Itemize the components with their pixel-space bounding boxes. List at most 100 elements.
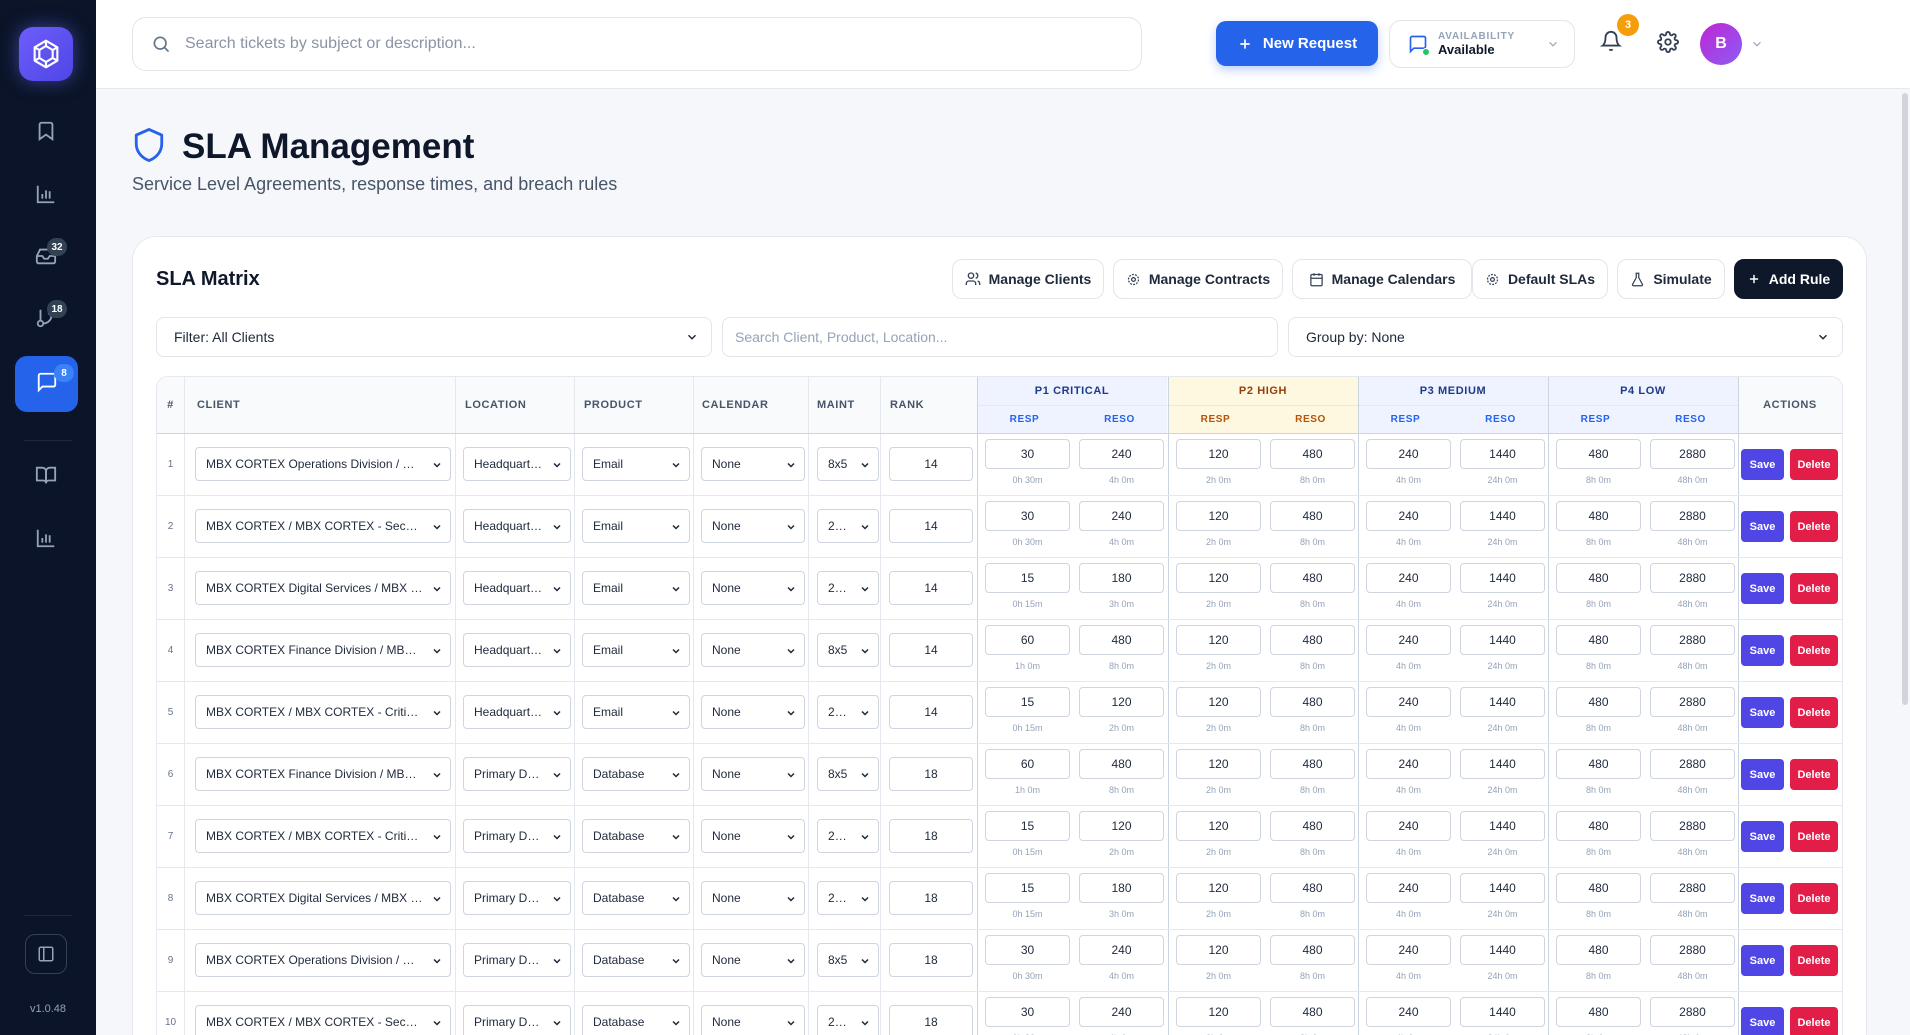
- p3-resp-input[interactable]: 240: [1366, 811, 1451, 841]
- calendar-select[interactable]: None: [701, 757, 805, 791]
- p4-resp-input[interactable]: 480: [1556, 625, 1641, 655]
- p2-resp-input[interactable]: 120: [1176, 811, 1261, 841]
- p4-reso-input[interactable]: 2880: [1650, 935, 1735, 965]
- p1-reso-input[interactable]: 240: [1079, 439, 1164, 469]
- save-button[interactable]: Save: [1741, 821, 1784, 852]
- calendar-select[interactable]: None: [701, 633, 805, 667]
- delete-button[interactable]: Delete: [1790, 883, 1838, 914]
- location-select[interactable]: Headquarters: [463, 633, 571, 667]
- client-filter-select[interactable]: Filter: All Clients: [156, 317, 712, 357]
- maint-select[interactable]: 8x5: [817, 447, 879, 481]
- calendar-select[interactable]: None: [701, 1005, 805, 1035]
- rank-input[interactable]: 18: [889, 819, 973, 853]
- p3-resp-input[interactable]: 240: [1366, 439, 1451, 469]
- p1-resp-input[interactable]: 30: [985, 997, 1070, 1027]
- location-select[interactable]: Headquarters: [463, 695, 571, 729]
- maint-select[interactable]: 24x7: [817, 509, 879, 543]
- maint-select[interactable]: 24x7: [817, 819, 879, 853]
- p2-reso-input[interactable]: 480: [1270, 997, 1355, 1027]
- rank-input[interactable]: 18: [889, 1005, 973, 1035]
- p4-resp-input[interactable]: 480: [1556, 563, 1641, 593]
- product-select[interactable]: Email: [582, 633, 690, 667]
- p4-reso-input[interactable]: 2880: [1650, 749, 1735, 779]
- save-button[interactable]: Save: [1741, 449, 1784, 480]
- save-button[interactable]: Save: [1741, 1007, 1784, 1035]
- app-logo[interactable]: [19, 27, 73, 81]
- client-select[interactable]: MBX CORTEX / MBX CORTEX - Security: [195, 509, 451, 543]
- location-select[interactable]: Primary Data Center: [463, 943, 571, 977]
- save-button[interactable]: Save: [1741, 511, 1784, 542]
- p4-reso-input[interactable]: 2880: [1650, 687, 1735, 717]
- product-select[interactable]: Database: [582, 757, 690, 791]
- calendar-select[interactable]: None: [701, 509, 805, 543]
- p2-reso-input[interactable]: 480: [1270, 687, 1355, 717]
- client-select[interactable]: MBX CORTEX Finance Division / MBX CORTEX: [195, 757, 451, 791]
- delete-button[interactable]: Delete: [1790, 449, 1838, 480]
- location-select[interactable]: Headquarters: [463, 509, 571, 543]
- p3-reso-input[interactable]: 1440: [1460, 873, 1545, 903]
- maint-select[interactable]: 8x5: [817, 757, 879, 791]
- p1-reso-input[interactable]: 180: [1079, 873, 1164, 903]
- p4-resp-input[interactable]: 480: [1556, 997, 1641, 1027]
- p1-reso-input[interactable]: 240: [1079, 501, 1164, 531]
- p2-resp-input[interactable]: 120: [1176, 873, 1261, 903]
- delete-button[interactable]: Delete: [1790, 759, 1838, 790]
- add-rule-button[interactable]: Add Rule: [1734, 259, 1843, 299]
- rank-input[interactable]: 18: [889, 757, 973, 791]
- manage-calendars-button[interactable]: Manage Calendars: [1292, 259, 1472, 299]
- p2-reso-input[interactable]: 480: [1270, 439, 1355, 469]
- client-select[interactable]: MBX CORTEX Digital Services / MBX CORTEX: [195, 881, 451, 915]
- product-select[interactable]: Email: [582, 447, 690, 481]
- p3-resp-input[interactable]: 240: [1366, 687, 1451, 717]
- calendar-select[interactable]: None: [701, 447, 805, 481]
- delete-button[interactable]: Delete: [1790, 945, 1838, 976]
- page-scrollbar[interactable]: [1902, 93, 1908, 705]
- product-select[interactable]: Email: [582, 571, 690, 605]
- delete-button[interactable]: Delete: [1790, 635, 1838, 666]
- location-select[interactable]: Primary Data Center: [463, 757, 571, 791]
- client-select[interactable]: MBX CORTEX / MBX CORTEX - Critical Servi…: [195, 695, 451, 729]
- save-button[interactable]: Save: [1741, 573, 1784, 604]
- notifications-button[interactable]: [1599, 30, 1623, 57]
- maint-select[interactable]: 8x5: [817, 943, 879, 977]
- delete-button[interactable]: Delete: [1790, 573, 1838, 604]
- maint-select[interactable]: 24x7: [817, 571, 879, 605]
- product-select[interactable]: Database: [582, 881, 690, 915]
- sidebar-item-1[interactable]: [17, 107, 75, 159]
- sidebar-item-5[interactable]: 8: [15, 356, 78, 412]
- p4-resp-input[interactable]: 480: [1556, 873, 1641, 903]
- save-button[interactable]: Save: [1741, 883, 1784, 914]
- client-select[interactable]: MBX CORTEX Digital Services / MBX CORTEX: [195, 571, 451, 605]
- delete-button[interactable]: Delete: [1790, 697, 1838, 728]
- sidebar-item-3[interactable]: 32: [17, 232, 75, 284]
- location-select[interactable]: Headquarters: [463, 447, 571, 481]
- p4-resp-input[interactable]: 480: [1556, 811, 1641, 841]
- p2-reso-input[interactable]: 480: [1270, 563, 1355, 593]
- p2-resp-input[interactable]: 120: [1176, 997, 1261, 1027]
- save-button[interactable]: Save: [1741, 759, 1784, 790]
- client-select[interactable]: MBX CORTEX Operations Division / MBX COR…: [195, 447, 451, 481]
- save-button[interactable]: Save: [1741, 945, 1784, 976]
- location-select[interactable]: Headquarters: [463, 571, 571, 605]
- availability-dropdown[interactable]: AVAILABILITY Available: [1389, 20, 1575, 68]
- rank-input[interactable]: 14: [889, 571, 973, 605]
- manage-clients-button[interactable]: Manage Clients: [952, 259, 1104, 299]
- p4-reso-input[interactable]: 2880: [1650, 563, 1735, 593]
- p3-resp-input[interactable]: 240: [1366, 873, 1451, 903]
- p2-resp-input[interactable]: 120: [1176, 687, 1261, 717]
- calendar-select[interactable]: None: [701, 943, 805, 977]
- group-by-select[interactable]: Group by: None: [1288, 317, 1843, 357]
- new-request-button[interactable]: New Request: [1216, 21, 1378, 66]
- sidebar-item-6[interactable]: [17, 451, 75, 503]
- sidebar-item-4[interactable]: 18: [17, 294, 75, 346]
- maint-select[interactable]: 24x7: [817, 881, 879, 915]
- ticket-search[interactable]: [132, 17, 1142, 71]
- location-select[interactable]: Primary Data Center: [463, 881, 571, 915]
- p3-reso-input[interactable]: 1440: [1460, 439, 1545, 469]
- p4-reso-input[interactable]: 2880: [1650, 811, 1735, 841]
- save-button[interactable]: Save: [1741, 697, 1784, 728]
- rank-input[interactable]: 14: [889, 509, 973, 543]
- p2-resp-input[interactable]: 120: [1176, 563, 1261, 593]
- p4-reso-input[interactable]: 2880: [1650, 873, 1735, 903]
- p4-reso-input[interactable]: 2880: [1650, 625, 1735, 655]
